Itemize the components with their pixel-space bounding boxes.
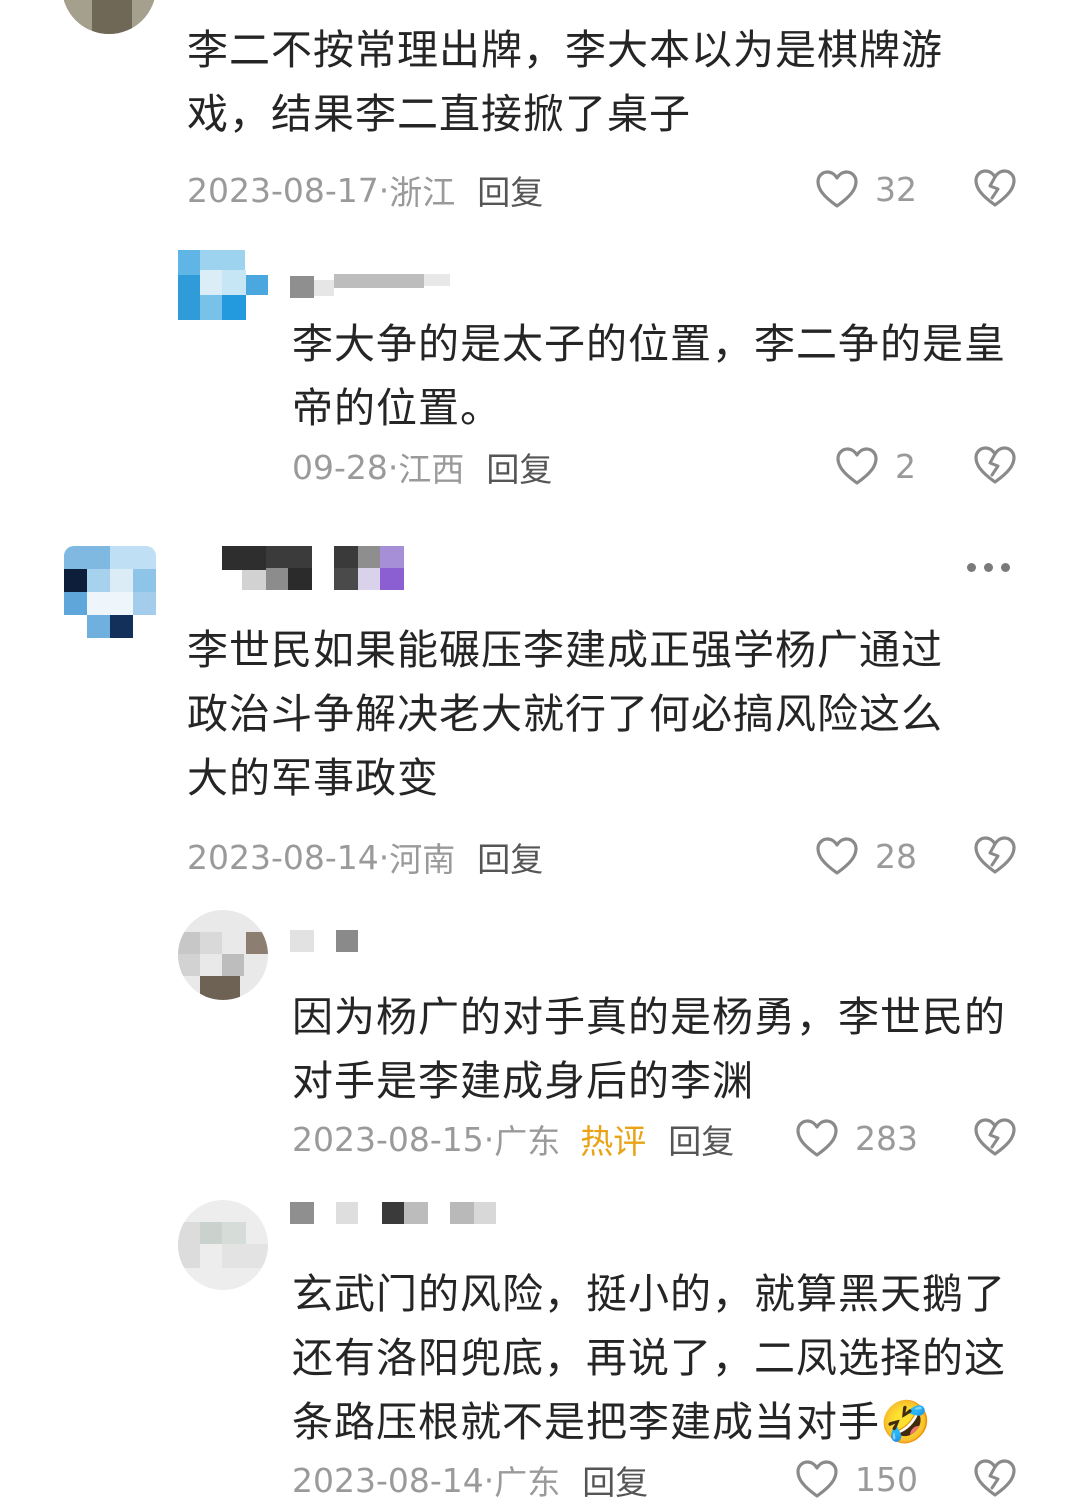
comment-text: 李二不按常理出牌，李大本以为是棋牌游 戏，结果李二直接掀了桌子 <box>187 26 943 138</box>
comment-meta: 2023-08-14 · 河南 回复 <box>187 832 543 882</box>
hot-comment-badge: 热评 <box>580 1122 647 1161</box>
broken-heart-icon <box>974 836 1016 874</box>
comment-text: 玄武门的风险，挺小的，就算黑天鹅了 还有洛阳兜底，再说了，二凤选择的这 条路压根… <box>292 1270 1006 1446</box>
comment-date: 2023-08-14 <box>187 837 379 877</box>
username-blurred <box>290 268 460 298</box>
reply-button[interactable]: 回复 <box>477 833 543 881</box>
like-button[interactable]: 283 <box>795 1113 918 1163</box>
broken-heart-icon <box>974 1118 1016 1156</box>
avatar[interactable] <box>64 546 156 638</box>
like-button[interactable]: 32 <box>815 164 917 214</box>
comment-meta: 09-28 · 江西 回复 <box>292 442 552 492</box>
comment-location: 江西 <box>398 450 465 489</box>
comment-text: 李世民如果能碾压李建成正强学杨广通过 政治斗争解决老大就行了何必搞风险这么 大的… <box>187 626 943 802</box>
dislike-button[interactable] <box>973 1117 1017 1161</box>
dislike-button[interactable] <box>973 1458 1017 1502</box>
like-count: 28 <box>875 836 917 876</box>
avatar[interactable] <box>178 250 268 340</box>
heart-outline-icon <box>796 1119 838 1157</box>
comment-meta: 2023-08-15 · 广东 热评 回复 <box>292 1114 734 1164</box>
heart-outline-icon <box>836 447 878 485</box>
broken-heart-icon <box>974 1459 1016 1497</box>
like-count: 283 <box>855 1118 918 1158</box>
reply-button[interactable]: 回复 <box>477 166 543 214</box>
heart-outline-icon <box>796 1460 838 1498</box>
like-count: 32 <box>875 169 917 209</box>
more-dots-icon <box>967 563 976 572</box>
username-blurred <box>222 546 412 592</box>
reply-button[interactable]: 回复 <box>486 443 552 491</box>
avatar[interactable] <box>62 0 156 34</box>
like-count: 150 <box>855 1459 918 1499</box>
broken-heart-icon <box>974 446 1016 484</box>
heart-outline-icon <box>816 170 858 208</box>
comment-date: 2023-08-17 <box>187 170 379 210</box>
avatar[interactable] <box>178 910 268 1000</box>
avatar[interactable] <box>178 1200 268 1290</box>
like-button[interactable]: 150 <box>795 1454 918 1504</box>
reply-button[interactable]: 回复 <box>668 1115 734 1163</box>
comment-text: 李大争的是太子的位置，李二争的是皇 帝的位置。 <box>292 320 1006 432</box>
comment-date: 09-28 <box>292 447 388 487</box>
dislike-button[interactable] <box>973 445 1017 489</box>
comment-location: 广东 <box>494 1463 561 1502</box>
heart-outline-icon <box>816 837 858 875</box>
comment-text: 因为杨广的对手真的是杨勇，李世民的 对手是李建成身后的李渊 <box>292 993 1006 1105</box>
comment-date: 2023-08-14 <box>292 1460 484 1500</box>
more-options-button[interactable] <box>967 563 1010 572</box>
username-blurred <box>290 930 370 954</box>
dislike-button[interactable] <box>973 168 1017 212</box>
comment-location: 河南 <box>389 840 456 879</box>
like-button[interactable]: 2 <box>835 441 916 491</box>
like-count: 2 <box>895 446 916 486</box>
comment-date: 2023-08-15 <box>292 1119 484 1159</box>
comment-location: 广东 <box>494 1122 561 1161</box>
broken-heart-icon <box>974 169 1016 207</box>
comment-meta: 2023-08-17 · 浙江 回复 <box>187 165 543 215</box>
dislike-button[interactable] <box>973 835 1017 879</box>
username-blurred <box>290 1202 500 1226</box>
comment-location: 浙江 <box>389 173 456 212</box>
like-button[interactable]: 28 <box>815 831 917 881</box>
reply-button[interactable]: 回复 <box>582 1456 648 1504</box>
comment-meta: 2023-08-14 · 广东 回复 <box>292 1455 648 1505</box>
